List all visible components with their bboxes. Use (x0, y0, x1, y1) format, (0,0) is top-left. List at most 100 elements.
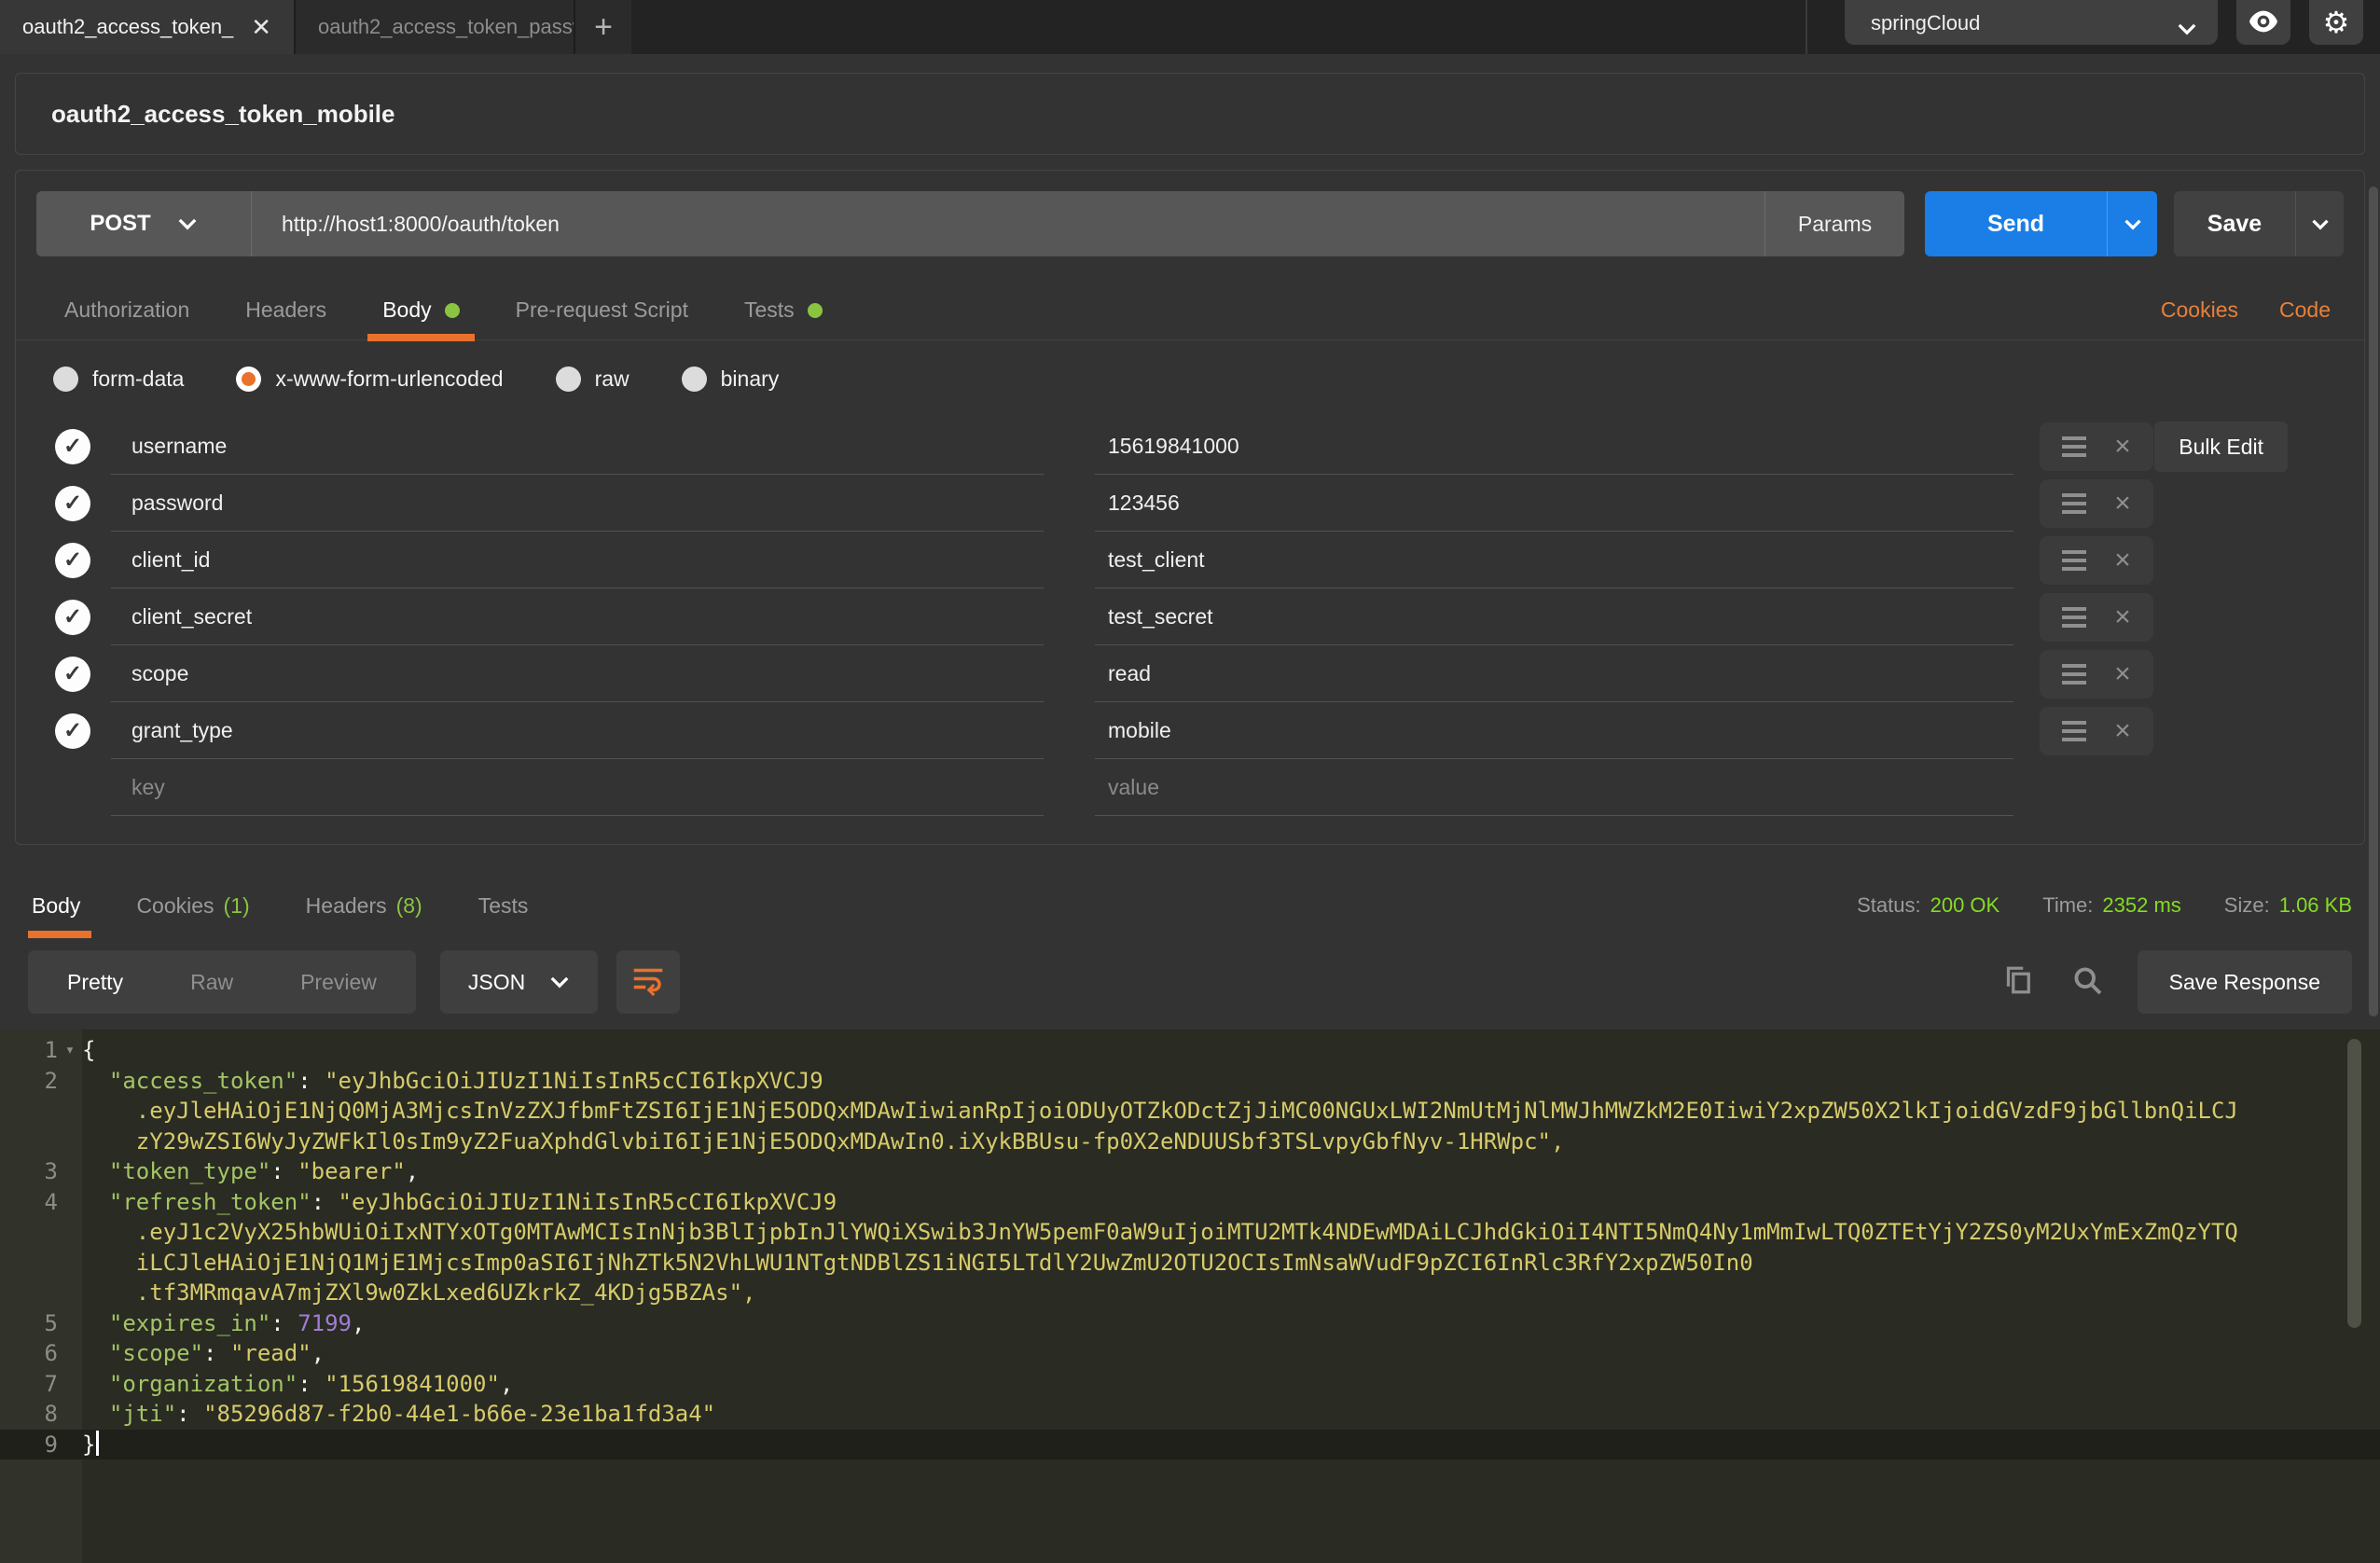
value-input[interactable]: test_secret (1095, 588, 2013, 645)
row-checkbox[interactable]: ✓ (55, 600, 90, 635)
line-number: 6 (0, 1338, 82, 1369)
request-tab-1[interactable]: oauth2_access_token_ ✕ (0, 0, 294, 54)
save-response-button[interactable]: Save Response (2138, 950, 2352, 1014)
params-button[interactable]: Params (1764, 191, 1904, 256)
body-mode-binary[interactable]: binary (682, 367, 780, 392)
view-preview[interactable]: Preview (267, 970, 410, 995)
response-body-viewer[interactable]: 1▾{2 "access_token": "eyJhbGciOiJIUzI1Ni… (0, 1030, 2380, 1563)
line-number-text: 4 (45, 1187, 58, 1218)
request-tab-2[interactable]: oauth2_access_token_passv (294, 0, 574, 54)
key-input[interactable]: scope (111, 645, 1044, 702)
response-tab-cookies[interactable]: Cookies(1) (108, 873, 277, 938)
row-checkbox[interactable]: ✓ (55, 486, 90, 521)
bulk-edit-button[interactable]: Bulk Edit (2154, 422, 2288, 472)
environment-selector[interactable]: springCloud (1845, 0, 2218, 45)
delete-row-icon[interactable]: × (2114, 660, 2131, 688)
body-mode-radios: form-data x-www-form-urlencoded raw binary (16, 340, 2364, 405)
view-pretty[interactable]: Pretty (34, 970, 157, 995)
request-tabs: Authorization HeadersBodyPre-request Scri… (16, 281, 2364, 340)
row-checkbox[interactable]: ✓ (55, 543, 90, 578)
key-input[interactable]: username (111, 418, 1044, 475)
drag-handle-icon[interactable] (2062, 721, 2086, 741)
key-input[interactable]: client_secret (111, 588, 1044, 645)
copy-button[interactable] (1999, 963, 2037, 1001)
response-tab-tests[interactable]: Tests (450, 873, 557, 938)
token: "eyJhbGciOiJIUzI1NiIsInR5cCI6IkpXVCJ9 (325, 1068, 823, 1094)
delete-row-icon[interactable]: × (2114, 546, 2131, 574)
checkbox-column: ✓ (16, 600, 111, 635)
row-checkbox[interactable]: ✓ (55, 429, 90, 464)
response-tab-headers[interactable]: Headers(8) (278, 873, 450, 938)
response-tab-label: Tests (478, 893, 529, 919)
tab-headers[interactable]: Headers (217, 281, 354, 339)
body-mode-form-data[interactable]: form-data (53, 367, 184, 392)
form-row: ✓ client_id test_client × (16, 532, 2364, 588)
token: "refresh_token" (82, 1189, 311, 1215)
value-input[interactable]: 123456 (1095, 475, 2013, 532)
token: 7199 (298, 1310, 352, 1336)
save-button[interactable]: Save (2174, 191, 2295, 256)
key-input[interactable]: key (111, 759, 1044, 816)
drag-handle-icon[interactable] (2062, 436, 2086, 457)
send-button[interactable]: Send (1925, 191, 2107, 256)
key-input[interactable]: client_id (111, 532, 1044, 588)
tab-authorization[interactable]: Authorization (36, 281, 217, 339)
value-input[interactable]: mobile (1095, 702, 2013, 759)
drag-handle-icon[interactable] (2062, 607, 2086, 628)
time-label: Time: (2042, 893, 2093, 918)
tab-label: Authorization (64, 297, 189, 323)
search-button[interactable] (2069, 963, 2106, 1001)
delete-row-icon[interactable]: × (2114, 603, 2131, 631)
response-tab-label: Cookies (136, 893, 214, 919)
token: } (82, 1432, 95, 1458)
wrap-lines-button[interactable] (616, 950, 680, 1014)
eye-icon (2248, 10, 2279, 37)
body-mode-x-www-form-urlencoded[interactable]: x-www-form-urlencoded (236, 367, 503, 392)
url-input[interactable]: http://host1:8000/oauth/token (251, 191, 1764, 256)
close-icon[interactable]: ✕ (251, 15, 271, 39)
code-text: iLCJleHAiOjE1NjQ1MjE1MjcsImp0aSI6IjNhZTk… (82, 1248, 1753, 1279)
value-input[interactable]: read (1095, 645, 2013, 702)
body-mode-label: x-www-form-urlencoded (275, 367, 503, 392)
body-mode-raw[interactable]: raw (556, 367, 630, 392)
row-actions: × (2040, 479, 2153, 528)
new-tab-button[interactable]: + (574, 0, 631, 54)
view-raw[interactable]: Raw (157, 970, 267, 995)
fold-caret-icon[interactable]: ▾ (58, 1035, 82, 1066)
drag-handle-icon[interactable] (2062, 550, 2086, 571)
method-dropdown[interactable]: POST (36, 191, 251, 256)
page-scrollbar[interactable] (2369, 187, 2378, 1017)
format-dropdown[interactable]: JSON (440, 950, 598, 1014)
delete-row-icon[interactable]: × (2114, 717, 2131, 745)
token: "jti" (82, 1401, 176, 1427)
delete-row-icon[interactable]: × (2114, 433, 2131, 461)
value-input[interactable]: test_client (1095, 532, 2013, 588)
column-gap (1044, 475, 1095, 532)
code-scrollbar[interactable] (2347, 1039, 2361, 1328)
drag-handle-icon[interactable] (2062, 664, 2086, 685)
delete-row-icon[interactable]: × (2114, 490, 2131, 518)
urlencoded-editor: ✓ username 15619841000 × ✓ password 123456 × ✓ cl… (16, 405, 2364, 844)
key-input[interactable]: grant_type (111, 702, 1044, 759)
settings-button[interactable]: ⚙ (2309, 0, 2363, 45)
size-label: Size: (2224, 893, 2270, 918)
body-mode-label: form-data (92, 367, 184, 392)
value-input[interactable]: value (1095, 759, 2013, 816)
tab-body[interactable]: Body (354, 281, 487, 339)
code-text: .eyJleHAiOjE1NjQ0MjA3MjcsInVzZXJfbmFtZSI… (82, 1096, 2238, 1127)
token: , (500, 1371, 513, 1397)
tab-pre-request-script[interactable]: Pre-request Script (488, 281, 716, 339)
send-options-button[interactable] (2107, 191, 2157, 256)
response-tab-body[interactable]: Body (28, 873, 108, 938)
cookies-link[interactable]: Cookies (2161, 297, 2238, 323)
tab-tests[interactable]: Tests (716, 281, 851, 339)
code-line: .eyJ1c2VyX25hbWUiOiIxNTYxOTg0MTAwMCIsInN… (0, 1217, 2380, 1248)
save-options-button[interactable] (2295, 191, 2344, 256)
code-link[interactable]: Code (2279, 297, 2331, 323)
row-checkbox[interactable]: ✓ (55, 657, 90, 692)
environment-quicklook-button[interactable] (2236, 0, 2290, 45)
drag-handle-icon[interactable] (2062, 493, 2086, 514)
value-input[interactable]: 15619841000 (1095, 418, 2013, 475)
key-input[interactable]: password (111, 475, 1044, 532)
row-checkbox[interactable]: ✓ (55, 713, 90, 749)
